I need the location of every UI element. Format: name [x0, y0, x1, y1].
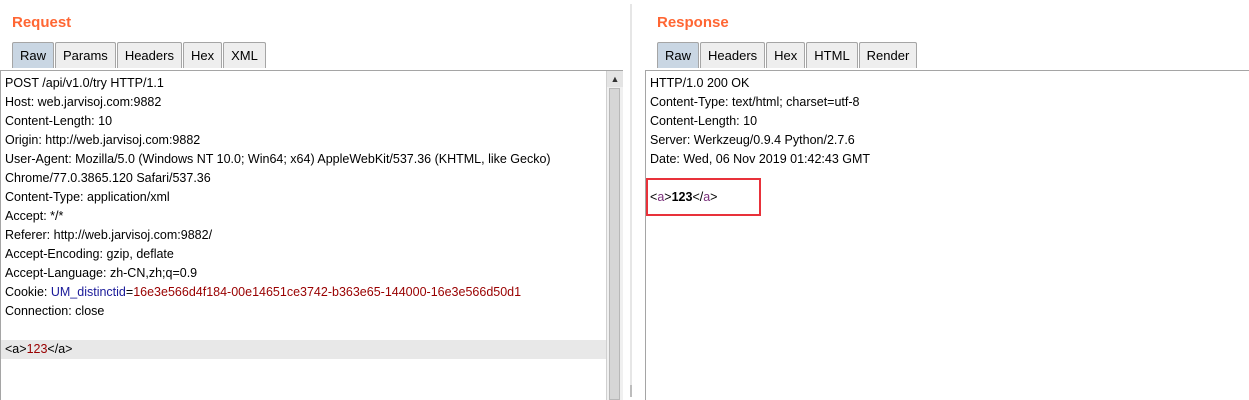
response-pane: Response Raw Headers Hex HTML Render HTT… — [636, 0, 1249, 400]
divider-handle[interactable] — [630, 385, 632, 397]
response-editor[interactable]: HTTP/1.0 200 OK Content-Type: text/html;… — [645, 70, 1249, 400]
request-line: Chrome/77.0.3865.120 Safari/537.36 — [5, 171, 211, 185]
response-tabs: Raw Headers Hex HTML Render — [657, 42, 918, 69]
request-line: Content-Type: application/xml — [5, 190, 170, 204]
request-tabs: Raw Params Headers Hex XML — [12, 42, 267, 69]
request-line: User-Agent: Mozilla/5.0 (Windows NT 10.0… — [5, 152, 551, 166]
request-pane: Request Raw Params Headers Hex XML POST … — [0, 0, 626, 400]
response-line: Server: Werkzeug/0.9.4 Python/2.7.6 — [650, 133, 855, 147]
request-tab-params[interactable]: Params — [55, 42, 116, 68]
request-editor[interactable]: POST /api/v1.0/try HTTP/1.1 Host: web.ja… — [0, 70, 623, 400]
response-tab-headers[interactable]: Headers — [700, 42, 766, 68]
request-line: Accept-Encoding: gzip, deflate — [5, 247, 174, 261]
response-title: Response — [657, 14, 729, 31]
request-cookie-line: Cookie: UM_distinctid=16e3e566d4f184-00e… — [1, 283, 623, 302]
response-tab-hex[interactable]: Hex — [766, 42, 806, 68]
request-line: Origin: http://web.jarvisoj.com:9882 — [5, 133, 201, 147]
response-tab-raw[interactable]: Raw — [657, 42, 700, 68]
request-blank-line — [1, 321, 623, 340]
cookie-label: Cookie: — [5, 285, 51, 299]
request-body-line: <a>123</a> — [1, 340, 623, 359]
response-tab-render[interactable]: Render — [858, 42, 918, 68]
response-line: Content-Length: 10 — [650, 114, 758, 128]
request-line: Accept: */* — [5, 209, 64, 223]
divider-grip — [630, 4, 632, 396]
request-title: Request — [12, 14, 72, 31]
pane-divider[interactable] — [626, 0, 636, 400]
body-open-tag: <a> — [5, 342, 27, 356]
request-vertical-scrollbar[interactable]: ▲ — [606, 71, 623, 400]
body-close-tag: </a> — [47, 342, 73, 356]
request-tab-raw[interactable]: Raw — [12, 42, 55, 68]
response-line: Date: Wed, 06 Nov 2019 01:42:43 GMT — [650, 152, 871, 166]
body-value: 123 — [26, 342, 48, 356]
request-line: Host: web.jarvisoj.com:9882 — [5, 95, 162, 109]
response-tab-html[interactable]: HTML — [806, 42, 858, 68]
cookie-name: UM_distinctid — [50, 285, 126, 299]
response-line: Content-Type: text/html; charset=utf-8 — [650, 95, 860, 109]
request-line: POST /api/v1.0/try HTTP/1.1 — [5, 76, 164, 90]
request-lines: POST /api/v1.0/try HTTP/1.1 Host: web.ja… — [1, 74, 623, 359]
request-tab-headers[interactable]: Headers — [116, 42, 182, 68]
request-line: Content-Length: 10 — [5, 114, 113, 128]
scroll-up-icon[interactable]: ▲ — [607, 71, 623, 87]
highlight-box — [646, 178, 761, 216]
request-line: Referer: http://web.jarvisoj.com:9882/ — [5, 228, 213, 242]
scroll-thumb[interactable] — [609, 88, 620, 400]
response-line: HTTP/1.0 200 OK — [650, 76, 750, 90]
request-tab-hex[interactable]: Hex — [182, 42, 223, 68]
request-connection-line: Connection: close — [5, 304, 105, 318]
cookie-value: 16e3e566d4f184-00e14651ce3742-b363e65-14… — [133, 285, 522, 299]
request-line: Accept-Language: zh-CN,zh;q=0.9 — [5, 266, 198, 280]
request-tab-xml[interactable]: XML — [223, 42, 266, 68]
